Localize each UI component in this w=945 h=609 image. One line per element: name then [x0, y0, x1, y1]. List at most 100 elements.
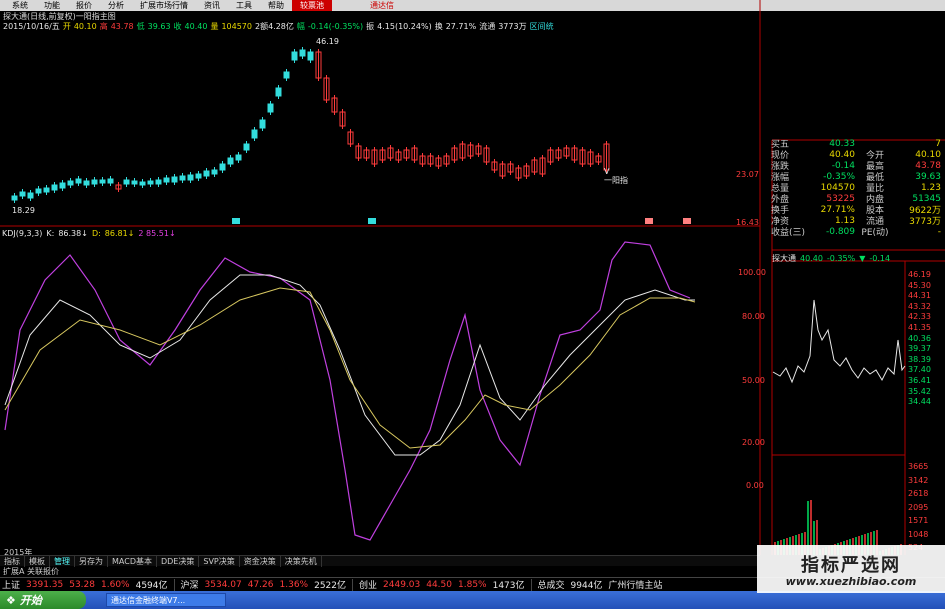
tab-4[interactable]: MACD基本 [108, 555, 157, 567]
quote-row-value: 27.71% [820, 204, 855, 215]
mini-axis-tick: 2095 [908, 502, 929, 512]
candle-body [187, 174, 194, 181]
candle-body [51, 184, 58, 191]
mini-axis-tick: 37.40 [908, 365, 931, 375]
date-marker [368, 218, 376, 224]
taskbar-app-item[interactable]: 通达信金融终端V7... [106, 593, 226, 607]
mini-axis-tick: 3665 [908, 462, 929, 471]
indicator-tabs: 指标 模板 管理 另存为 MACD基本 DDE决策 SVP决策 资金决策 决策先机 [0, 555, 760, 567]
candle-body [219, 163, 226, 171]
candle-body [131, 180, 138, 185]
tab-5[interactable]: DDE决策 [157, 555, 200, 567]
kdj-d-line [4, 287, 696, 449]
quote-row-value: -0.14 [831, 160, 855, 171]
candle-body [291, 51, 298, 61]
tab-2[interactable]: 管理 [50, 555, 75, 567]
mini-axis-tick: 2618 [908, 489, 929, 498]
candle-body [59, 182, 66, 189]
quote-row-value: 40.33 [829, 138, 855, 149]
candle-body [259, 119, 266, 129]
mini-stock-name: 探大通 [772, 254, 796, 263]
quote-row-label2: PE(动) [861, 228, 889, 238]
d-label: D: [91, 229, 101, 238]
sh-pct: 1.60% [101, 579, 130, 590]
k-label: K: [46, 229, 55, 238]
candle-body [163, 177, 170, 183]
candle-body [251, 129, 258, 139]
quote-row-value: 104570 [820, 182, 855, 193]
quote-row-value2: - [937, 226, 941, 237]
candle-body [43, 187, 50, 193]
total-label: 总成交 [537, 581, 565, 591]
right-axis-bottom: 16.43 [736, 218, 759, 227]
cy-amount: 1473亿 [492, 581, 525, 591]
quote-row-value2: 1.23 [920, 182, 941, 193]
candle-body [75, 178, 82, 184]
candlestick-series [11, 47, 610, 203]
watermark: 指标严选网 www.xuezhibiao.com [757, 545, 945, 593]
hs-value: 3534.07 [204, 579, 242, 590]
quote-row-value: 40.40 [829, 149, 855, 160]
candle-body [195, 173, 202, 179]
sh-label: 上证 [2, 581, 21, 591]
quote-row: 收益(三) -0.809 PE(动) - [771, 226, 945, 239]
candle-body [171, 176, 178, 183]
tab-7[interactable]: 资金决策 [240, 555, 281, 567]
mini-axis-tick: 35.42 [908, 386, 931, 396]
tab-1[interactable]: 模板 [25, 555, 50, 567]
tab-3[interactable]: 另存为 [75, 555, 108, 567]
kdj-legend: KDJ(9,3,3) K: 86.38↓ D: 86.81↓ 2 85.51↓ [2, 229, 180, 238]
cy-pct: 1.85% [458, 579, 487, 590]
start-button[interactable]: ❖ 开始 [0, 591, 86, 609]
chart-canvas[interactable] [0, 0, 945, 609]
kdj-axis-20: 20.00 [742, 438, 765, 447]
candle-body [27, 192, 34, 199]
yiyang-label: 一阳指 [604, 176, 628, 185]
cy-chg: 44.50 [426, 579, 452, 590]
candle-body [155, 179, 162, 185]
mini-axis-tick: 43.32 [908, 301, 931, 311]
down-arrow-icon: ▼ [859, 254, 866, 263]
date-marker [232, 218, 240, 224]
mini-axis-tick: 34.44 [908, 397, 931, 407]
sh-chg: 53.28 [69, 579, 95, 590]
tab-6[interactable]: SVP决策 [199, 555, 240, 567]
kdj-axis-0: 0.00 [746, 481, 764, 490]
cy-value: 2449.03 [383, 579, 421, 590]
broker-label[interactable]: 广州行情主站 [608, 578, 662, 591]
candle-body [227, 157, 234, 165]
candle-body [83, 180, 90, 186]
quote-row-value: -0.35% [823, 171, 855, 182]
candle-body [91, 179, 98, 185]
candle-body [11, 195, 18, 201]
j-value: 2 85.51↓ [138, 229, 176, 238]
mini-axis-tick: 42.33 [908, 312, 931, 322]
candle-body [211, 169, 218, 175]
kdj-axis-100: 100.00 [738, 268, 766, 277]
quote-row-label: 收益(三) [771, 228, 806, 238]
quote-row-value2: 7 [935, 138, 941, 149]
mini-axis-tick: 44.31 [908, 291, 931, 301]
kdj-name: KDJ(9,3,3) [2, 229, 43, 238]
quote-row-value2: 51345 [912, 193, 941, 204]
hs-amount: 2522亿 [314, 581, 346, 591]
candle-body [283, 71, 290, 79]
candle-body [267, 103, 274, 113]
mini-axis-tick: 40.36 [908, 333, 931, 343]
mini-pct: -0.35% [826, 254, 856, 263]
date-markers [232, 218, 691, 224]
candle-body [107, 178, 114, 184]
start-label: 开始 [19, 594, 42, 607]
candle-body [67, 180, 74, 186]
sub-tab-row[interactable]: 扩展A 关联报价 [0, 566, 300, 576]
candle-body [99, 179, 106, 184]
tab-8[interactable]: 决策先机 [281, 555, 322, 567]
kdj-lines [4, 241, 696, 541]
quote-row-value2: 43.78 [915, 160, 941, 171]
tab-0[interactable]: 指标 [0, 555, 25, 567]
candle-body [139, 181, 146, 186]
right-axis-top: 23.07 [736, 170, 759, 179]
candle-body [235, 154, 242, 161]
kdj-j-line [4, 241, 691, 541]
hs-pct: 1.36% [279, 579, 309, 590]
